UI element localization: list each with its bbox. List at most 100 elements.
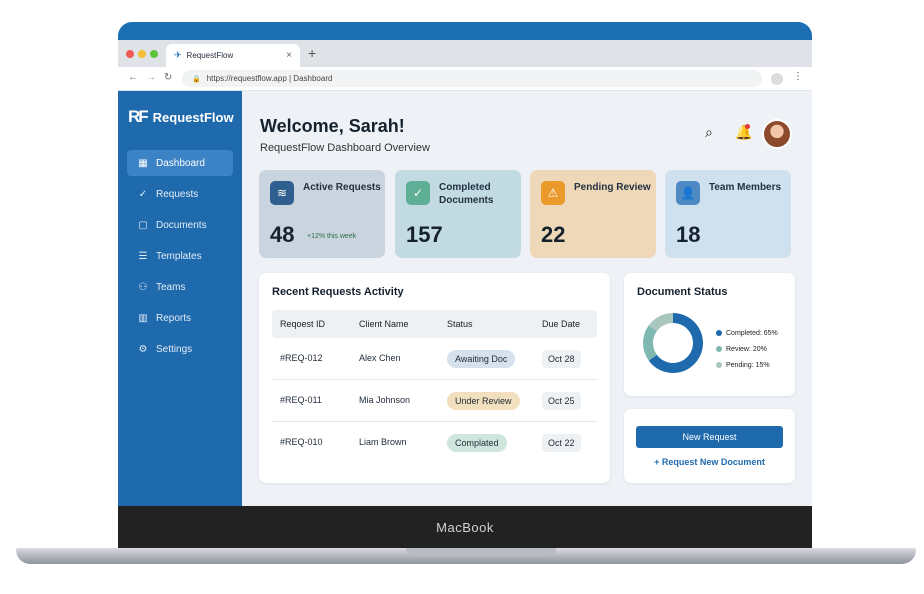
tab-title: RequestFlow: [186, 51, 234, 60]
close-window-icon[interactable]: [126, 50, 134, 58]
legend-swatch: [716, 362, 722, 368]
due-date: Oct 25: [542, 392, 581, 410]
new-tab-button[interactable]: +: [308, 45, 316, 61]
search-icon[interactable]: ⌕: [705, 124, 713, 141]
warning-icon: ⚠: [541, 181, 565, 205]
url-field[interactable]: 🔒 https://requestflow.app | Dashboard: [182, 70, 762, 87]
sidebar-item-reports[interactable]: ▥ Reports: [127, 305, 233, 331]
stack-icon: ≋: [270, 181, 294, 205]
check-circle-icon: ✓: [138, 188, 148, 200]
due-date: Oct 28: [542, 350, 581, 368]
stat-value: 48: [270, 222, 295, 247]
document-status-donut: [643, 313, 703, 373]
template-icon: ☰: [138, 250, 148, 262]
table-row[interactable]: #REQ-010 Liam Brown Complated Oct 22: [272, 422, 597, 464]
request-id: #REQ-010: [280, 437, 323, 447]
request-id: #REQ-011: [280, 395, 322, 405]
sidebar-item-label: Teams: [156, 281, 186, 293]
dashboard-icon: ▦: [138, 157, 148, 169]
browser-tab[interactable]: ✈ RequestFlow ×: [166, 44, 300, 67]
recent-activity-card: Recent Requests Activity Reqoest ID Clie…: [259, 273, 610, 483]
browser-profile-icon[interactable]: [771, 73, 783, 85]
forward-icon[interactable]: →: [146, 72, 156, 83]
request-new-document-link[interactable]: + Request New Document: [624, 457, 795, 467]
activity-title: Recent Requests Activity: [272, 286, 404, 298]
reports-icon: ▥: [138, 312, 148, 324]
close-tab-icon[interactable]: ×: [286, 50, 292, 61]
maximize-window-icon[interactable]: [150, 50, 158, 58]
sidebar-item-label: Settings: [156, 343, 193, 355]
sidebar-item-label: Templates: [156, 250, 202, 262]
laptop-base: [16, 548, 916, 564]
check-icon: ✓: [406, 181, 430, 205]
app-logo[interactable]: RF RequestFlow: [128, 107, 234, 127]
column-header-due[interactable]: Due Date: [542, 319, 580, 329]
minimize-window-icon[interactable]: [138, 50, 146, 58]
table-row[interactable]: #REQ-012 Alex Chen Awaiting Doc Oct 28: [272, 338, 597, 380]
legend-item: Pending: 15%: [716, 357, 778, 373]
sidebar-item-settings[interactable]: ⚙ Settings: [127, 336, 233, 362]
stat-card-completed-documents[interactable]: ✓ Completed Documents 157: [395, 170, 521, 258]
sidebar-item-label: Dashboard: [156, 157, 205, 169]
stat-card-pending-review[interactable]: ⚠ Pending Review 22: [530, 170, 656, 258]
screen: ✈ RequestFlow × + ← → ↻ 🔒 https://reques…: [118, 40, 812, 508]
avatar[interactable]: [762, 119, 792, 149]
stat-trend: +12% this week: [307, 233, 357, 240]
stat-card-active-requests[interactable]: ≋ Active Requests 48 +12% this week: [259, 170, 385, 258]
legend-label: Review: 20%: [726, 345, 767, 353]
sidebar-item-requests[interactable]: ✓ Requests: [127, 181, 233, 207]
legend-item: Review: 20%: [716, 341, 778, 357]
document-status-card: Document Status Completed: 65% Review: 20…: [624, 273, 795, 396]
logo-text: RequestFlow: [152, 109, 234, 125]
teams-icon: ⚇: [138, 281, 148, 293]
donut-legend: Completed: 65% Review: 20% Pending: 15%: [716, 325, 778, 373]
browser-tabbar: ✈ RequestFlow × +: [118, 40, 812, 67]
stat-value: 22: [541, 222, 566, 247]
page-title: Welcome, Sarah!: [260, 116, 405, 136]
favicon-icon: ✈: [174, 50, 182, 60]
stat-card-team-members[interactable]: 👤 Team Members 18: [665, 170, 791, 258]
new-request-button[interactable]: New Request: [636, 426, 783, 448]
stat-label: Team Members: [709, 182, 782, 193]
stat-label: Pending Review: [574, 182, 651, 193]
donut-slice-review: [643, 325, 657, 361]
logo-mark-icon: RF: [128, 107, 149, 126]
stat-value: 157: [406, 222, 443, 247]
client-name: Liam Brown: [359, 437, 407, 447]
due-date: Oct 22: [542, 434, 581, 452]
page-subtitle: RequestFlow Dashboard Overview: [260, 142, 430, 154]
legend-label: Completed: 65%: [726, 329, 778, 337]
lock-icon: 🔒: [192, 75, 201, 83]
status-badge: Under Review: [447, 392, 520, 410]
document-icon: ▢: [138, 219, 148, 231]
request-id: #REQ-012: [280, 353, 323, 363]
table-row[interactable]: #REQ-011 Mia Johnson Under Review Oct 25: [272, 380, 597, 422]
legend-item: Completed: 65%: [716, 325, 778, 341]
reload-icon[interactable]: ↻: [164, 72, 172, 83]
laptop-notch: [406, 548, 556, 556]
column-header-client[interactable]: Client Name: [359, 319, 409, 329]
sidebar-item-dashboard[interactable]: ▦ Dashboard: [127, 150, 233, 176]
sidebar-item-templates[interactable]: ☰ Templates: [127, 243, 233, 269]
address-bar-row: ← → ↻ 🔒 https://requestflow.app | Dashbo…: [118, 67, 812, 91]
sidebar-item-label: Reports: [156, 312, 192, 324]
browser-menu-icon[interactable]: ⋮: [793, 71, 803, 82]
device-brand: MacBook: [436, 520, 494, 535]
url-text: https://requestflow.app | Dashboard: [206, 74, 333, 83]
sidebar-item-documents[interactable]: ▢ Documents: [127, 212, 233, 238]
document-status-title: Document Status: [637, 286, 728, 298]
sidebar-item-label: Requests: [156, 188, 199, 200]
notification-badge: [745, 124, 750, 129]
main-content: Welcome, Sarah! RequestFlow Dashboard Ov…: [242, 91, 812, 508]
sidebar-item-label: Documents: [156, 219, 207, 231]
column-header-status[interactable]: Status: [447, 319, 473, 329]
sidebar-item-teams[interactable]: ⚇ Teams: [127, 274, 233, 300]
back-icon[interactable]: ←: [128, 72, 138, 83]
column-header-id[interactable]: Reqoest ID: [280, 319, 325, 329]
actions-card: New Request + Request New Document: [624, 409, 795, 483]
sidebar-nav: ▦ Dashboard ✓ Requests ▢ Documents ☰ Templates ⚇…: [127, 150, 233, 367]
gear-icon: ⚙: [138, 343, 148, 355]
laptop-bezel: MacBook: [118, 506, 812, 550]
status-badge: Awaiting Doc: [447, 350, 516, 368]
client-name: Mia Johnson: [359, 395, 411, 405]
